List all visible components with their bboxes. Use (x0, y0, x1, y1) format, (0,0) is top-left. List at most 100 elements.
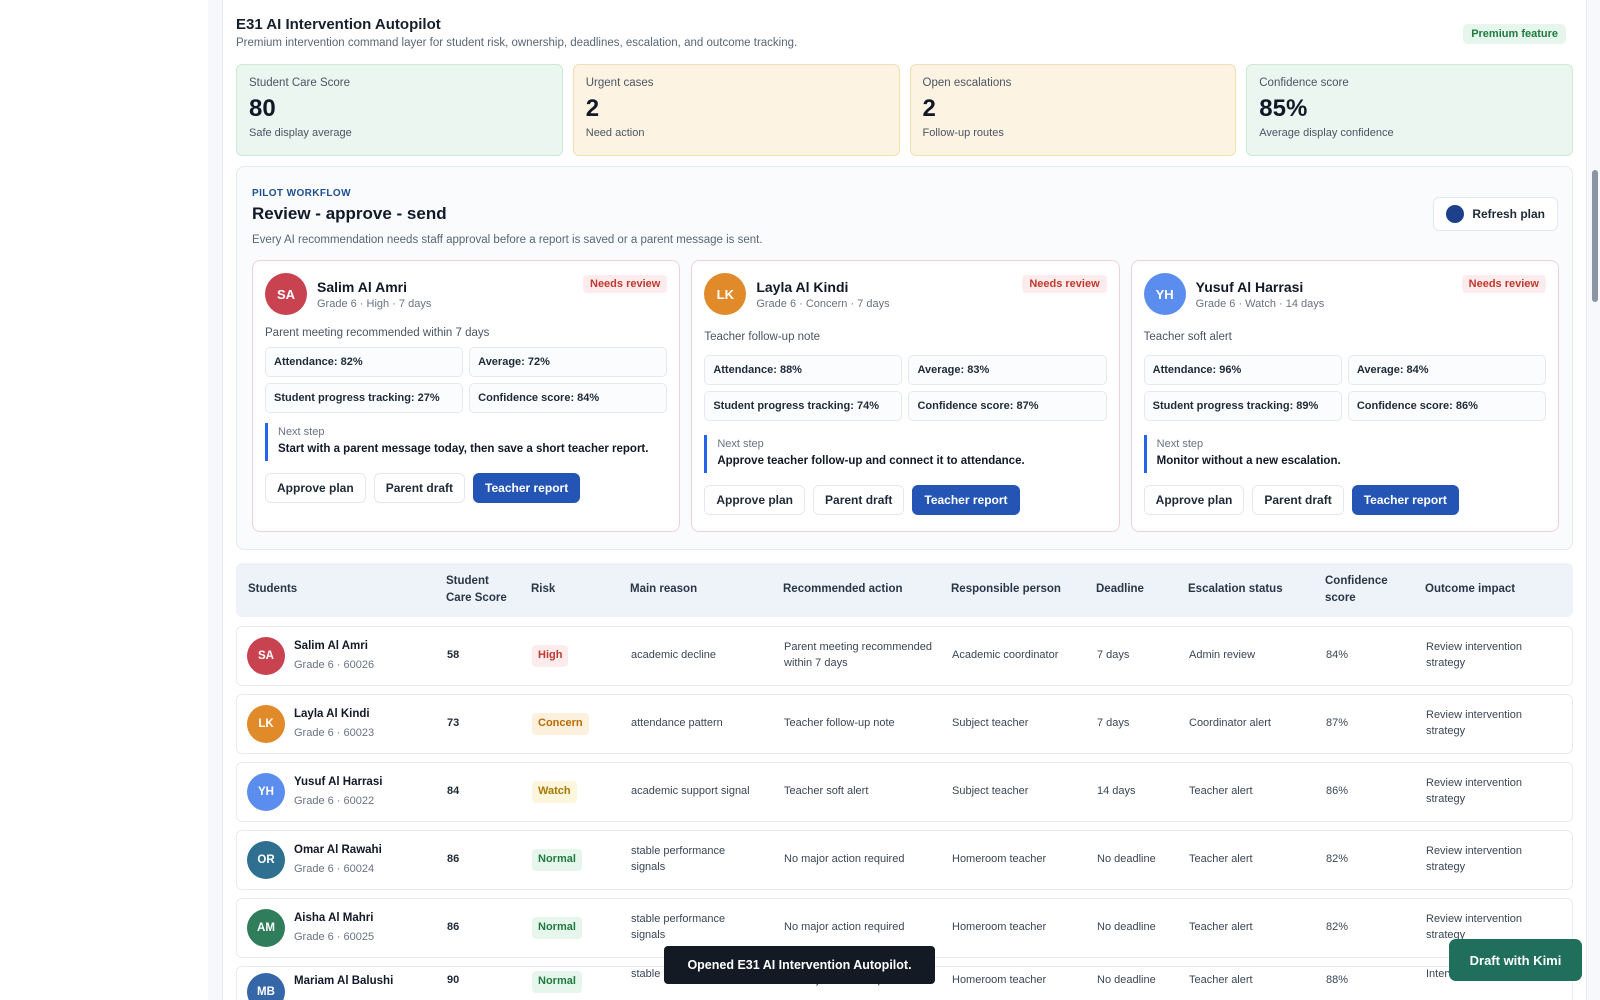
outcome-cell: Review intervention strategy (1426, 641, 1522, 669)
scrollbar-thumb[interactable] (1592, 170, 1598, 302)
metric-average: Average: 72% (469, 347, 668, 377)
col-outcome-impact[interactable]: Outcome impact (1425, 563, 1515, 617)
avatar: LK (247, 705, 285, 743)
premium-badge: Premium feature (1463, 24, 1566, 44)
needs-review-badge: Needs review (583, 275, 668, 293)
kpi-label: Confidence score (1259, 77, 1349, 89)
page-title: E31 AI Intervention Autopilot (236, 16, 441, 33)
table-row[interactable]: OR Omar Al Rawahi Grade 6 · 60024 86 Norm… (236, 830, 1573, 890)
page-subtitle: Premium intervention command layer for s… (236, 37, 798, 49)
draft-with-kimi-button[interactable]: Draft with Kimi (1449, 939, 1582, 981)
confidence-cell: 88% (1326, 974, 1349, 986)
person-cell: Subject teacher (952, 717, 1029, 730)
metric-attendance: Attendance: 88% (704, 355, 903, 385)
metric-confidence: Confidence score: 86% (1347, 391, 1546, 421)
metric-confidence: Confidence score: 84% (469, 383, 668, 413)
person-cell: Subject teacher (952, 785, 1029, 798)
student-meta: Grade 6 · 60024 (294, 862, 375, 875)
action-cell: Teacher soft alert (784, 785, 869, 798)
escalation-cell: Teacher alert (1189, 785, 1253, 798)
student-cell: OR Omar Al Rawahi Grade 6 · 60024 (247, 831, 382, 889)
student-cell: AM Aisha Al Mahri Grade 6 · 60025 (247, 899, 374, 957)
student-name: Yusuf Al Harrasi (1195, 278, 1304, 295)
review-card-salim: SA Salim Al Amri Grade 6 · High · 7 days… (252, 260, 681, 532)
kpi-student-care-score: Student Care Score 80 Safe display avera… (236, 64, 563, 156)
table-row[interactable]: LK Layla Al Kindi Grade 6 · 60023 73 Conc… (236, 694, 1573, 754)
confidence-cell: 82% (1326, 853, 1349, 866)
escalation-cell: Teacher alert (1189, 974, 1253, 986)
recommended-action: Teacher soft alert (1143, 331, 1232, 343)
metric-average: Average: 83% (908, 355, 1107, 385)
metrics-grid: Attendance: 88% Average: 83% Student pro… (704, 355, 1107, 421)
person-cell: Homeroom teacher (952, 974, 1047, 986)
student-meta: Grade 6 · 60025 (294, 930, 375, 943)
avatar: MB (247, 973, 285, 1000)
parent-draft-button[interactable]: Parent draft (1252, 484, 1344, 515)
teacher-report-button[interactable]: Teacher report (473, 472, 581, 503)
risk-badge: Concern (532, 713, 589, 735)
care-score-cell: 90 (447, 974, 460, 986)
col-main-reason[interactable]: Main reason (630, 563, 697, 617)
student-name: Layla Al Kindi (294, 708, 370, 721)
next-step-label: Next step (278, 426, 325, 438)
parent-draft-button[interactable]: Parent draft (373, 472, 466, 503)
col-recommended-action[interactable]: Recommended action (783, 563, 903, 617)
col-risk[interactable]: Risk (531, 563, 555, 617)
reason-cell: attendance pattern (631, 717, 723, 730)
avatar: YH (247, 773, 285, 811)
outcome-cell: Review intervention strategy (1426, 845, 1522, 873)
confidence-cell: 82% (1326, 921, 1349, 934)
col-care-score[interactable]: Student Care Score (446, 563, 516, 617)
col-confidence-score[interactable]: Confidence score (1325, 563, 1405, 617)
metric-attendance: Attendance: 96% (1143, 355, 1342, 385)
avatar: YH (1143, 273, 1186, 315)
next-step: Next step Approve teacher follow-up and … (704, 435, 1106, 473)
student-name: Omar Al Rawahi (294, 844, 382, 857)
next-step-text: Monitor without a new escalation. (1156, 455, 1341, 467)
col-escalation-status[interactable]: Escalation status (1188, 563, 1283, 617)
person-cell: Homeroom teacher (952, 853, 1047, 866)
kpi-sub: Need action (585, 127, 645, 139)
toast-notification: Opened E31 AI Intervention Autopilot. (664, 946, 935, 984)
student-name: Mariam Al Balushi (294, 975, 394, 987)
action-cell: Teacher follow-up note (784, 717, 895, 730)
student-meta: Grade 6 · Watch · 14 days (1195, 297, 1325, 310)
teacher-report-button[interactable]: Teacher report (912, 484, 1020, 515)
table-row[interactable]: YH Yusuf Al Harrasi Grade 6 · 60022 84 Wa… (236, 762, 1573, 822)
table-row[interactable]: SA Salim Al Amri Grade 6 · 60026 58 High … (236, 626, 1573, 686)
avatar: SA (265, 273, 307, 315)
avatar: OR (247, 841, 285, 879)
next-step-label: Next step (717, 438, 764, 450)
teacher-report-button[interactable]: Teacher report (1351, 484, 1459, 515)
kpi-urgent-cases: Urgent cases 2 Need action (572, 64, 900, 156)
review-cards: SA Salim Al Amri Grade 6 · High · 7 days… (252, 260, 1559, 532)
kpi-value: 85% (1259, 95, 1308, 122)
student-name: Aisha Al Mahri (294, 912, 374, 925)
approve-plan-button[interactable]: Approve plan (265, 472, 366, 503)
col-students[interactable]: Students (248, 563, 297, 617)
student-name: Salim Al Amri (294, 640, 368, 653)
refresh-plan-label: Refresh plan (1472, 207, 1545, 221)
next-step-label: Next step (1156, 438, 1204, 450)
confidence-cell: 87% (1326, 717, 1349, 730)
deadline-cell: 14 days (1097, 785, 1136, 798)
refresh-plan-button[interactable]: Refresh plan (1433, 197, 1558, 231)
parent-draft-button[interactable]: Parent draft (813, 484, 905, 515)
kpi-row: Student Care Score 80 Safe display avera… (236, 64, 1573, 156)
next-step: Next step Monitor without a new escalati… (1143, 435, 1546, 473)
kpi-value: 2 (922, 95, 936, 122)
action-cell: No major action required (784, 853, 905, 866)
outcome-cell: Review intervention strategy (1426, 777, 1522, 805)
avatar: SA (247, 637, 285, 675)
left-gutter (0, 0, 208, 1000)
approve-plan-button[interactable]: Approve plan (1143, 484, 1245, 515)
metric-progress: Student progress tracking: 27% (265, 383, 464, 413)
deadline-cell: No deadline (1097, 921, 1156, 934)
col-responsible-person[interactable]: Responsible person (951, 563, 1061, 617)
risk-badge: Normal (532, 971, 582, 993)
col-deadline[interactable]: Deadline (1096, 563, 1144, 617)
kpi-open-escalations: Open escalations 2 Follow-up routes (909, 64, 1237, 156)
deadline-cell: 7 days (1097, 717, 1130, 730)
approve-plan-button[interactable]: Approve plan (704, 484, 806, 515)
reason-cell: academic support signal (631, 785, 750, 798)
